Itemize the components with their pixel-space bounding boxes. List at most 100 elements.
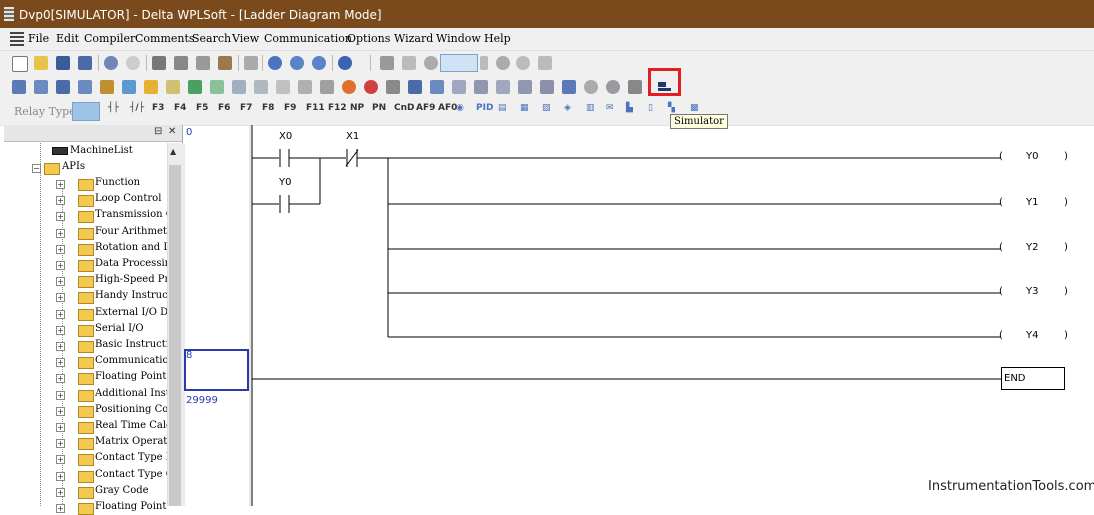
- device-icon[interactable]: ▯: [648, 103, 653, 113]
- cnd-icon[interactable]: CnD: [394, 103, 414, 113]
- tree-item-api[interactable]: Loop Control: [95, 193, 167, 204]
- settings-icon[interactable]: ◈: [564, 103, 571, 113]
- eraser-icon[interactable]: [218, 56, 232, 70]
- tree-expand-icon[interactable]: +: [56, 196, 65, 206]
- menu-compiler[interactable]: Compiler: [84, 32, 135, 45]
- record-icon[interactable]: [496, 56, 510, 70]
- tree-item-api[interactable]: Function: [95, 177, 167, 188]
- tree-expand-icon[interactable]: +: [56, 504, 65, 513]
- bit-icon[interactable]: AF9: [416, 103, 435, 113]
- tree-item-api[interactable]: Additional Instr: [95, 388, 167, 399]
- plc-icon-10[interactable]: [210, 80, 224, 94]
- cut-icon[interactable]: [152, 56, 166, 70]
- output-coil-label[interactable]: Y4: [1026, 330, 1038, 341]
- ladder-mode-icon[interactable]: [380, 56, 394, 70]
- menu-search[interactable]: Search: [192, 32, 231, 45]
- tree-expand-icon[interactable]: +: [56, 325, 65, 335]
- instruction-mode-icon[interactable]: [402, 56, 416, 70]
- output-coil-label[interactable]: Y1: [1026, 197, 1038, 208]
- plc-icon-18[interactable]: [386, 80, 400, 94]
- plc-icon-26[interactable]: [562, 80, 576, 94]
- save-as-icon[interactable]: [78, 56, 92, 70]
- menu-help[interactable]: Help: [484, 32, 511, 45]
- rewind-icon[interactable]: [538, 56, 552, 70]
- tree-item-api[interactable]: Rotation and Di: [95, 242, 167, 253]
- tool-icon[interactable]: ▚: [668, 103, 675, 113]
- plc-icon-15[interactable]: [320, 80, 334, 94]
- tree-expand-icon[interactable]: +: [56, 423, 65, 432]
- record-icon-2[interactable]: ◉: [456, 103, 464, 113]
- tree-expand-icon[interactable]: +: [56, 180, 65, 189]
- tree-expand-icon[interactable]: +: [56, 358, 65, 368]
- rising-edge-icon[interactable]: F5: [196, 103, 208, 113]
- paste-icon[interactable]: [196, 56, 210, 70]
- tree-expand-icon[interactable]: +: [56, 293, 65, 303]
- copy-icon[interactable]: [174, 56, 188, 70]
- refresh-icon[interactable]: [516, 56, 530, 70]
- plc-icon-5[interactable]: [100, 80, 114, 94]
- tree-item-api[interactable]: Floating Point C: [95, 371, 167, 382]
- tree-expand-icon[interactable]: +: [56, 390, 65, 400]
- delete-line-icon[interactable]: F12: [328, 103, 347, 113]
- tree-item-api[interactable]: High-Speed Pro: [95, 274, 167, 285]
- module-icon[interactable]: ▥: [586, 103, 595, 113]
- save-icon[interactable]: [56, 56, 70, 70]
- relay-type-select[interactable]: [72, 102, 100, 121]
- plc-icon-23[interactable]: [496, 80, 510, 94]
- step-spinner[interactable]: [480, 56, 488, 70]
- plc-icon-11[interactable]: [232, 80, 246, 94]
- plc-icon-3[interactable]: [56, 80, 70, 94]
- plc-icon-22[interactable]: [474, 80, 488, 94]
- np-icon[interactable]: NP: [350, 103, 364, 113]
- falling-edge-icon[interactable]: F6: [218, 103, 230, 113]
- tree-item-api[interactable]: Communication: [95, 355, 167, 366]
- flag-icon[interactable]: ▙: [626, 103, 633, 113]
- menu-file[interactable]: File: [28, 32, 49, 45]
- tree-expand-icon[interactable]: +: [56, 471, 65, 481]
- plc-icon-2[interactable]: [34, 80, 48, 94]
- sfc-mode-icon[interactable]: [424, 56, 438, 70]
- tree-item-api[interactable]: Floating Point C: [95, 501, 167, 512]
- contact-no-icon[interactable]: ┤├: [108, 103, 119, 113]
- tree-item-api[interactable]: Contact Type L: [95, 452, 167, 463]
- tree-expand-icon[interactable]: +: [56, 228, 65, 238]
- tree-item-api[interactable]: Basic Instructio: [95, 339, 167, 350]
- plc-icon-6[interactable]: [122, 80, 136, 94]
- stop-icon[interactable]: [126, 56, 140, 70]
- tree-item-api[interactable]: Matrix Operatio: [95, 436, 167, 447]
- output-coil-label[interactable]: Y2: [1026, 242, 1038, 253]
- plc-icon-16[interactable]: [342, 80, 356, 94]
- plc-icon-28[interactable]: [606, 80, 620, 94]
- plc-icon-21[interactable]: [452, 80, 466, 94]
- pn-icon[interactable]: PN: [372, 103, 386, 113]
- zoom-out-icon[interactable]: [312, 56, 326, 70]
- ladder-diagram[interactable]: 0 8 29999 X0 X1 Y0 (Y0)(Y1)(Y2)(Y3)(Y4) …: [183, 125, 1094, 506]
- pin-icon[interactable]: ⊟: [154, 126, 162, 137]
- contact-nc-icon[interactable]: ┤/├: [130, 103, 144, 113]
- tree-item-api[interactable]: Transmission C: [95, 209, 167, 220]
- tree-expand-icon[interactable]: +: [56, 439, 65, 449]
- tree-collapse-icon[interactable]: −: [32, 164, 41, 173]
- plc-icon-20[interactable]: [430, 80, 444, 94]
- plc-icon-9[interactable]: [188, 80, 202, 94]
- end-instruction-box[interactable]: END: [1001, 367, 1065, 390]
- scroll-up-icon[interactable]: ▲: [170, 147, 176, 156]
- mail-icon[interactable]: ✉: [606, 103, 614, 113]
- help-icon[interactable]: [338, 56, 352, 70]
- table-icon[interactable]: ▦: [520, 103, 529, 113]
- plc-icon-19[interactable]: [408, 80, 422, 94]
- tree-item-api[interactable]: Contact Type C: [95, 469, 167, 480]
- undo-icon[interactable]: [244, 56, 258, 70]
- menu-view[interactable]: View: [232, 32, 259, 45]
- menu-edit[interactable]: Edit: [56, 32, 79, 45]
- search-icon[interactable]: [268, 56, 282, 70]
- plc-icon-14[interactable]: [298, 80, 312, 94]
- open-folder-icon[interactable]: [34, 56, 48, 70]
- step-field-input[interactable]: [440, 54, 478, 72]
- plc-icon-13[interactable]: [276, 80, 290, 94]
- tree-item-machinelist[interactable]: MachineList: [70, 145, 133, 156]
- pid-icon[interactable]: PID: [476, 103, 493, 113]
- tree-expand-icon[interactable]: +: [56, 374, 65, 384]
- simulator-icon[interactable]: [658, 77, 671, 91]
- tree-item-api[interactable]: Serial I/O: [95, 323, 167, 334]
